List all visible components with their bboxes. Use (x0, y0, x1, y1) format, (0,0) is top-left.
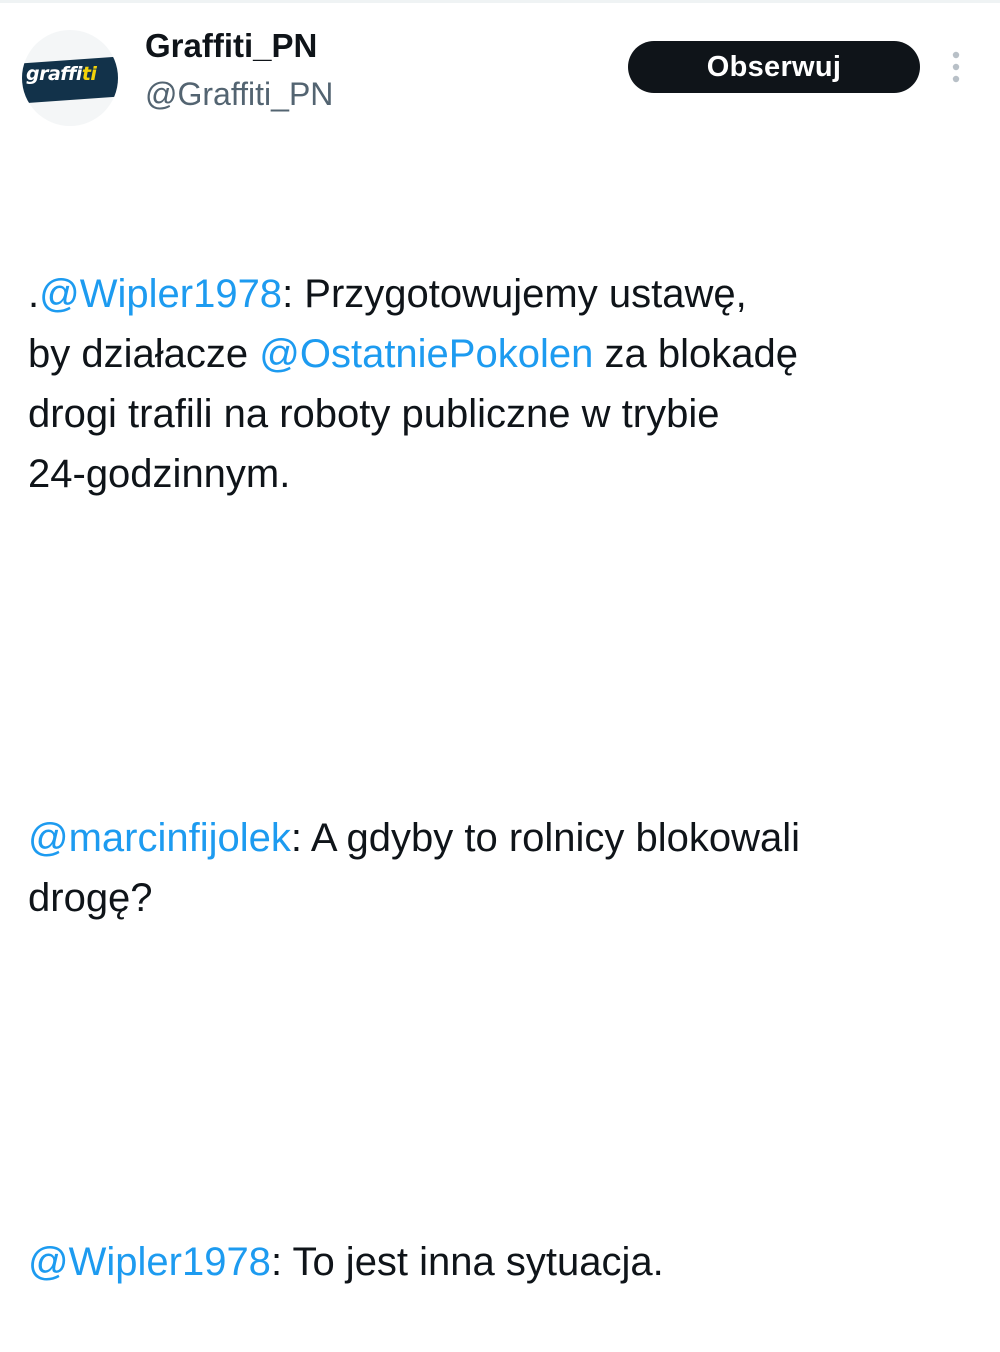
mention-wipler1978[interactable]: @Wipler1978 (39, 272, 282, 316)
avatar[interactable]: graffiti (22, 30, 118, 126)
mention-ostatniepokolen[interactable]: @OstatniePokolen (259, 332, 593, 376)
more-vertical-icon (952, 51, 960, 83)
display-name[interactable]: Graffiti_PN (145, 27, 317, 65)
tweet-header: graffiti Graffiti_PN @Graffiti_PN Obserw… (0, 0, 1000, 130)
paragraph-text: : To jest inna sytuacja. (270, 1240, 664, 1284)
tweet-paragraph-3: @Wipler1978: To jest inna sytuacja. (28, 1232, 988, 1292)
follow-button[interactable]: Obserwuj (628, 41, 920, 93)
mention-wipler1978[interactable]: @Wipler1978 (28, 1240, 271, 1284)
user-handle[interactable]: @Graffiti_PN (145, 76, 333, 113)
leading-dot: . (28, 272, 40, 316)
tweet-paragraph-1: .@Wipler1978: Przygotowujemy ustawę, by … (28, 264, 988, 504)
avatar-logo-text: graffiti (26, 63, 97, 85)
tweet-paragraph-2: @marcinfijolek: A gdyby to rolnicy bloko… (28, 808, 988, 928)
tweet-text: .@Wipler1978: Przygotowujemy ustawę, by … (28, 144, 988, 1352)
more-button[interactable] (940, 45, 972, 89)
avatar-logo-label: graffiti (26, 63, 97, 85)
mention-marcinfijolek[interactable]: @marcinfijolek (28, 816, 291, 860)
